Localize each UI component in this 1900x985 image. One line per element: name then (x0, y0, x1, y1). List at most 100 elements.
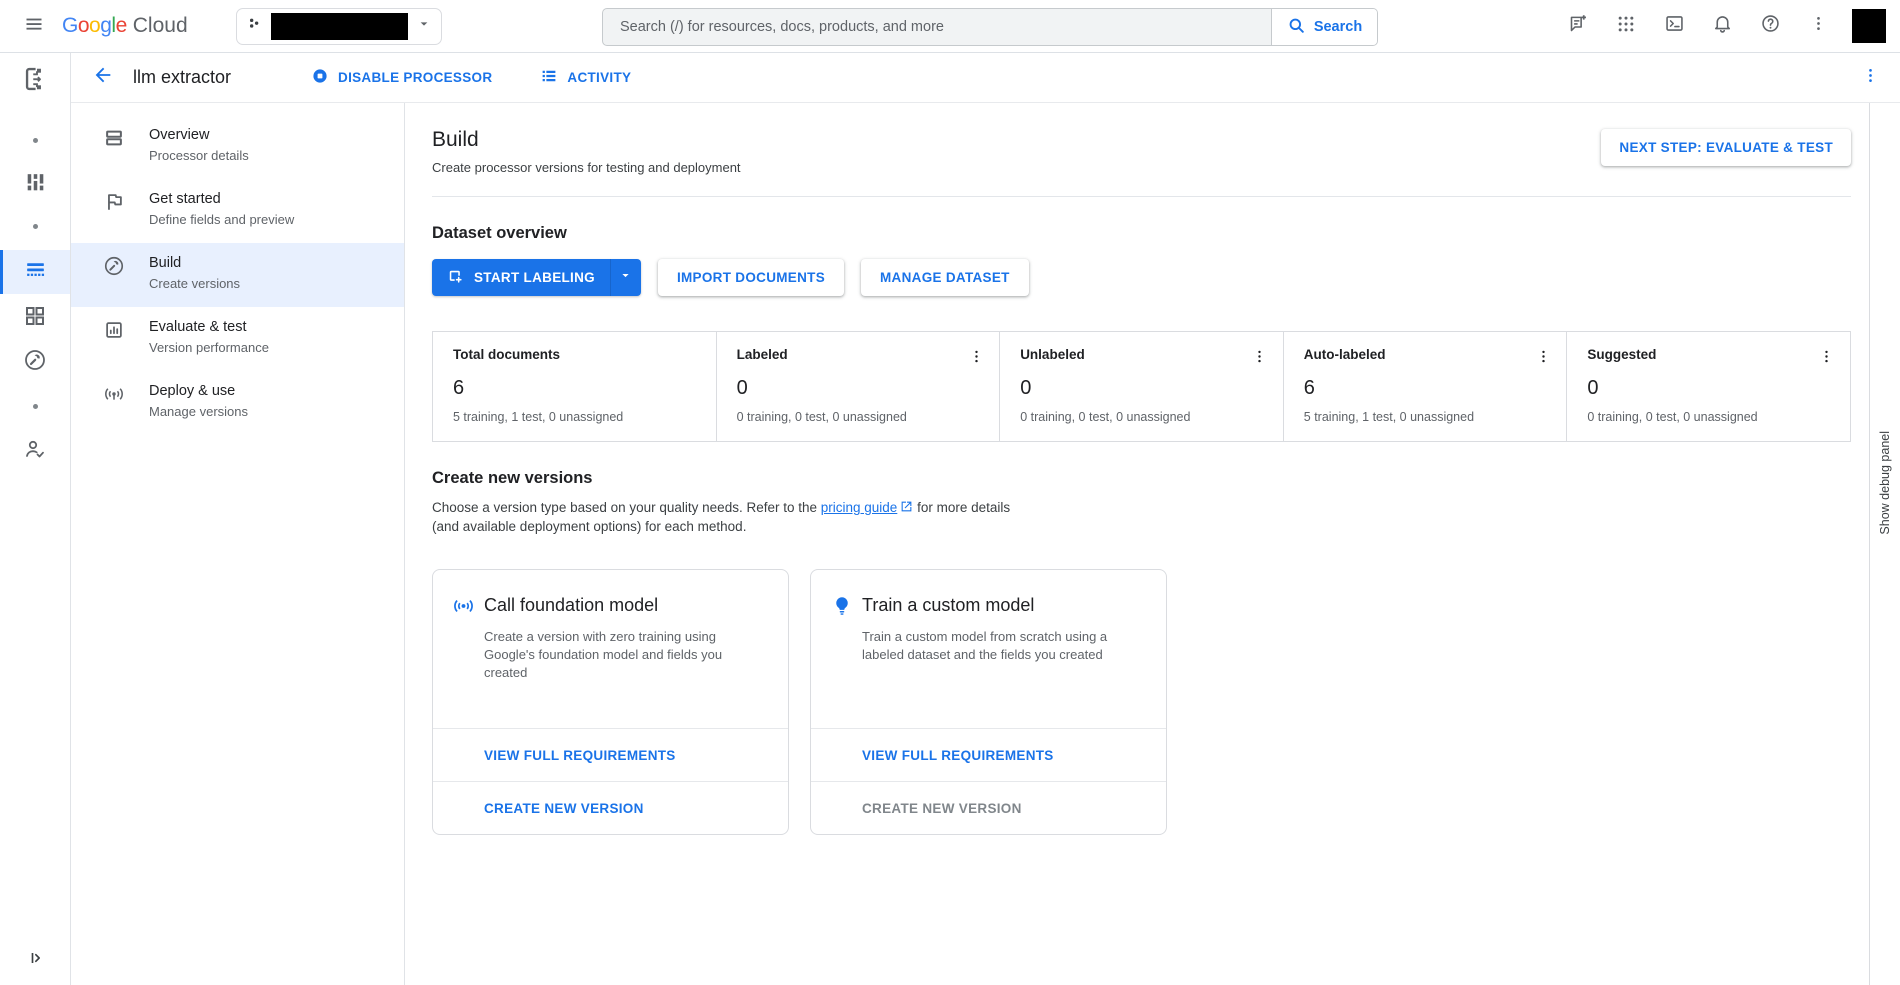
redacted-project-name (271, 13, 408, 40)
feedback-button[interactable] (1558, 6, 1598, 46)
next-step-button[interactable]: NEXT STEP: EVALUATE & TEST (1601, 129, 1851, 166)
arrow-back-icon (92, 64, 114, 91)
search-button[interactable]: Search (1271, 9, 1377, 45)
sidebar-item-title: Overview (149, 125, 249, 145)
stat-label: Auto-labeled (1304, 347, 1386, 362)
stat-detail: 5 training, 1 test, 0 unassigned (453, 410, 702, 424)
version-card-custom-model: Train a custom model Train a custom mode… (810, 569, 1167, 835)
stat-label: Unlabeled (1020, 347, 1085, 362)
lightbulb-icon (830, 594, 853, 617)
create-new-version-link[interactable]: CREATE NEW VERSION (433, 781, 788, 834)
stat-menu-button[interactable] (1818, 347, 1836, 365)
chevron-down-icon (618, 268, 633, 288)
hamburger-menu-button[interactable] (14, 6, 54, 46)
version-cards: Call foundation model Create a version w… (432, 569, 1851, 835)
create-versions-description: Choose a version type based on your qual… (432, 499, 1020, 536)
logo-letter: g (100, 14, 111, 38)
logo-letter: o (89, 14, 100, 38)
version-card-foundation-model: Call foundation model Create a version w… (432, 569, 789, 835)
rail-item-build-selected[interactable] (0, 250, 70, 294)
bar-chart-box-icon (102, 318, 126, 342)
page-title: Build (432, 128, 741, 152)
search-input[interactable] (603, 9, 1271, 45)
rail-separator-dot (0, 404, 70, 409)
stat-value: 0 (737, 377, 986, 400)
document-ai-product-button[interactable] (0, 65, 70, 98)
view-full-requirements-link[interactable]: VIEW FULL REQUIREMENTS (811, 728, 1166, 781)
broadcast-icon (102, 382, 126, 406)
stat-label: Total documents (453, 347, 560, 362)
show-debug-panel-button[interactable]: Show debug panel (1878, 431, 1892, 535)
processor-title: llm extractor (133, 67, 231, 88)
chevron-down-icon (416, 16, 432, 37)
help-icon (1760, 13, 1781, 39)
stat-value: 6 (453, 377, 702, 400)
person-check-icon (23, 437, 47, 466)
apps-grid-button[interactable] (1606, 6, 1646, 46)
external-link-icon (900, 500, 913, 518)
dataset-actions: START LABELING IMPORT DOCUMENTS MANAGE D… (432, 259, 1851, 296)
account-avatar[interactable] (1852, 9, 1886, 43)
rail-item-tune[interactable] (0, 170, 70, 200)
back-button[interactable] (83, 58, 123, 98)
processor-nav: Overview Processor details Get started D… (71, 103, 405, 985)
more-options-button[interactable] (1798, 6, 1838, 46)
notifications-button[interactable] (1702, 6, 1742, 46)
cloud-shell-button[interactable] (1654, 6, 1694, 46)
sidebar-item-build[interactable]: Build Create versions (71, 243, 404, 307)
stop-circle-icon (311, 67, 329, 88)
disable-processor-button[interactable]: DISABLE PROCESSOR (311, 67, 492, 88)
sidebar-item-subtitle: Create versions (149, 276, 240, 291)
view-full-requirements-link[interactable]: VIEW FULL REQUIREMENTS (433, 728, 788, 781)
dot-icon (33, 224, 38, 229)
rail-item-dashboard[interactable] (0, 304, 70, 333)
google-cloud-logo[interactable]: Google Cloud (62, 14, 188, 38)
card-description: Train a custom model from scratch using … (862, 628, 1128, 664)
sidebar-item-title: Build (149, 253, 240, 273)
logo-letter: e (116, 14, 127, 38)
sidebar-item-get-started[interactable]: Get started Define fields and preview (71, 179, 404, 243)
stat-label: Suggested (1587, 347, 1656, 362)
sidebar-item-evaluate-test[interactable]: Evaluate & test Version performance (71, 307, 404, 371)
pricing-guide-link[interactable]: pricing guide (821, 500, 898, 515)
gcp-console: Google Cloud Search (0, 0, 1900, 985)
bell-icon (1712, 13, 1733, 39)
stat-menu-button[interactable] (1534, 347, 1552, 365)
sidebar-item-overview[interactable]: Overview Processor details (71, 115, 404, 179)
search-icon (1287, 16, 1306, 39)
stat-menu-button[interactable] (1251, 347, 1269, 365)
sidebar-item-deploy-use[interactable]: Deploy & use Manage versions (71, 371, 404, 435)
help-button[interactable] (1750, 6, 1790, 46)
manage-dataset-button[interactable]: MANAGE DATASET (861, 259, 1029, 296)
start-labeling-dropdown[interactable] (610, 259, 641, 296)
more-vert-icon (1809, 14, 1828, 38)
top-bar: Google Cloud Search (0, 0, 1900, 53)
expand-rail-button[interactable] (0, 948, 70, 973)
flag-icon (102, 190, 126, 214)
sidebar-item-title: Deploy & use (149, 381, 248, 401)
project-picker-button[interactable] (236, 8, 442, 45)
stat-menu-button[interactable] (967, 347, 985, 365)
stat-value: 6 (1304, 377, 1553, 400)
card-title: Call foundation model (484, 595, 658, 616)
search-bar: Search (602, 8, 1378, 46)
hamburger-icon (24, 14, 44, 39)
stat-detail: 0 training, 0 test, 0 unassigned (1020, 410, 1269, 424)
list-icon (540, 67, 558, 88)
project-icon (246, 15, 263, 37)
create-versions-title: Create new versions (432, 469, 1851, 488)
list-rows-icon (23, 257, 48, 287)
rail-item-build-circle[interactable] (0, 348, 70, 377)
sidebar-item-subtitle: Version performance (149, 340, 269, 355)
stat-value: 0 (1020, 377, 1269, 400)
stat-auto-labeled: Auto-labeled 6 5 training, 1 test, 0 una… (1283, 332, 1567, 441)
activity-button[interactable]: ACTIVITY (540, 67, 631, 88)
processor-more-button[interactable] (1850, 58, 1890, 98)
import-documents-button[interactable]: IMPORT DOCUMENTS (658, 259, 844, 296)
dataset-overview-title: Dataset overview (432, 224, 1851, 243)
rail-item-access[interactable] (0, 437, 70, 466)
grid-icon (23, 304, 47, 333)
dataset-stats-panel: Total documents 6 5 training, 1 test, 0 … (432, 331, 1851, 442)
page-subtitle: Create processor versions for testing an… (432, 160, 741, 175)
start-labeling-button[interactable]: START LABELING (432, 259, 641, 296)
